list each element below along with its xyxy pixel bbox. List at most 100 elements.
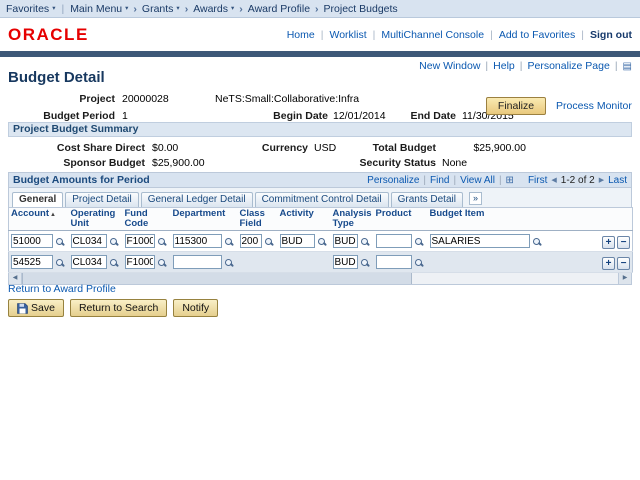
help-link[interactable]: Help	[493, 60, 515, 72]
cell-activity	[278, 252, 331, 273]
breadcrumb-separator-icon: ›	[315, 3, 319, 15]
link-add-to-favorites[interactable]: Add to Favorites	[499, 29, 575, 41]
budget-grid-table: Account▲ Operating Unit Fund Code Depart…	[8, 207, 633, 273]
department-input[interactable]	[173, 234, 222, 248]
personalize-link[interactable]: Personalize	[367, 175, 419, 186]
fund-code-input[interactable]	[125, 255, 155, 269]
column-header-product[interactable]: Product	[374, 208, 428, 231]
lookup-icon[interactable]	[158, 259, 165, 266]
divider: |	[373, 29, 376, 41]
delete-row-button[interactable]: −	[617, 236, 630, 249]
column-header-class-field[interactable]: Class Field	[238, 208, 278, 231]
link-home[interactable]: Home	[287, 29, 315, 41]
breadcrumb-label: Awards	[193, 3, 228, 15]
previous-page-icon[interactable]: ◀	[551, 176, 556, 184]
find-link[interactable]: Find	[430, 175, 449, 186]
link-worklist[interactable]: Worklist	[329, 29, 366, 41]
divider: |	[615, 60, 618, 72]
delete-row-button[interactable]: −	[617, 257, 630, 270]
personalize-page-link[interactable]: Personalize Page	[528, 60, 610, 72]
breadcrumb-grants[interactable]: Grants▾	[142, 3, 180, 15]
scroll-right-button[interactable]: ▶	[618, 273, 631, 284]
product-input[interactable]	[376, 255, 412, 269]
breadcrumb-award-profile[interactable]: Award Profile	[248, 3, 310, 15]
tab-general[interactable]: General	[12, 192, 63, 207]
return-to-search-button[interactable]: Return to Search	[70, 299, 167, 317]
cell-operating-unit	[69, 231, 123, 252]
lookup-icon[interactable]	[110, 238, 117, 245]
breadcrumb-project-budgets[interactable]: Project Budgets	[324, 3, 398, 15]
return-to-award-profile-link[interactable]: Return to Award Profile	[8, 283, 116, 295]
lookup-icon[interactable]	[415, 238, 422, 245]
account-input[interactable]	[11, 255, 53, 269]
lookup-icon[interactable]	[158, 238, 165, 245]
breadcrumb-label: Favorites	[6, 3, 49, 15]
first-page-link[interactable]: First	[528, 175, 547, 186]
cell-fund-code	[123, 231, 171, 252]
notify-button[interactable]: Notify	[173, 299, 218, 317]
column-header-operating-unit[interactable]: Operating Unit	[69, 208, 123, 231]
lookup-icon[interactable]	[225, 259, 232, 266]
add-row-button[interactable]: +	[602, 257, 615, 270]
lookup-icon[interactable]	[415, 259, 422, 266]
save-button[interactable]: Save	[8, 299, 64, 317]
show-all-columns-icon[interactable]: »	[469, 192, 482, 205]
operating-unit-input[interactable]	[71, 255, 107, 269]
product-input[interactable]	[376, 234, 412, 248]
view-all-link[interactable]: View All	[460, 175, 495, 186]
lookup-icon[interactable]	[265, 238, 272, 245]
lookup-icon[interactable]	[56, 238, 63, 245]
lookup-icon[interactable]	[533, 238, 540, 245]
sign-out-link[interactable]: Sign out	[590, 29, 632, 41]
column-header-department[interactable]: Department	[171, 208, 238, 231]
account-input[interactable]	[11, 234, 53, 248]
breadcrumb-divider: |	[61, 3, 64, 15]
column-header-analysis-type[interactable]: Analysis Type	[331, 208, 374, 231]
column-label: Operating Unit	[71, 208, 116, 229]
column-header-budget-item[interactable]: Budget Item	[428, 208, 597, 231]
fund-code-input[interactable]	[125, 234, 155, 248]
lookup-icon[interactable]	[318, 238, 325, 245]
column-label: Department	[173, 208, 226, 219]
breadcrumb-favorites[interactable]: Favorites▾	[6, 3, 55, 15]
tab-commitment-control-detail[interactable]: Commitment Control Detail	[255, 192, 389, 207]
lookup-icon[interactable]	[110, 259, 117, 266]
lookup-icon[interactable]	[361, 259, 368, 266]
lookup-icon[interactable]	[225, 238, 232, 245]
save-label: Save	[31, 302, 55, 314]
analysis-type-input[interactable]	[333, 234, 358, 248]
tab-grants-detail[interactable]: Grants Detail	[391, 192, 463, 207]
column-header-account[interactable]: Account▲	[9, 208, 69, 231]
divider: |	[520, 60, 523, 72]
tab-general-ledger-detail[interactable]: General Ledger Detail	[141, 192, 253, 207]
last-page-link[interactable]: Last	[608, 175, 627, 186]
download-grid-icon[interactable]: ⊞	[506, 175, 514, 186]
divider: |	[499, 175, 502, 186]
add-row-button[interactable]: +	[602, 236, 615, 249]
column-label: Analysis Type	[333, 208, 372, 229]
breadcrumb-awards[interactable]: Awards▾	[193, 3, 234, 15]
tab-project-detail[interactable]: Project Detail	[65, 192, 138, 207]
class-field-input[interactable]	[240, 234, 262, 248]
copy-url-icon[interactable]: ▤	[623, 61, 632, 72]
column-header-fund-code[interactable]: Fund Code	[123, 208, 171, 231]
sort-ascending-icon: ▲	[50, 212, 56, 218]
finalize-button[interactable]: Finalize	[486, 97, 546, 115]
cell-budget-item	[428, 231, 597, 252]
operating-unit-input[interactable]	[71, 234, 107, 248]
budget-item-input[interactable]	[430, 234, 530, 248]
new-window-link[interactable]: New Window	[419, 60, 480, 72]
column-header-activity[interactable]: Activity	[278, 208, 331, 231]
analysis-type-input[interactable]	[333, 255, 358, 269]
budget-period-label: Budget Period	[20, 110, 115, 122]
lookup-icon[interactable]	[361, 238, 368, 245]
lookup-icon[interactable]	[56, 259, 63, 266]
link-multichannel-console[interactable]: MultiChannel Console	[381, 29, 484, 41]
breadcrumb-main-menu[interactable]: Main Menu▾	[70, 3, 128, 15]
process-monitor-link[interactable]: Process Monitor	[556, 100, 632, 112]
cell-analysis-type	[331, 252, 374, 273]
department-input[interactable]	[173, 255, 222, 269]
project-label: Project	[30, 93, 115, 105]
next-page-icon[interactable]: ▶	[599, 176, 604, 184]
activity-input[interactable]	[280, 234, 315, 248]
